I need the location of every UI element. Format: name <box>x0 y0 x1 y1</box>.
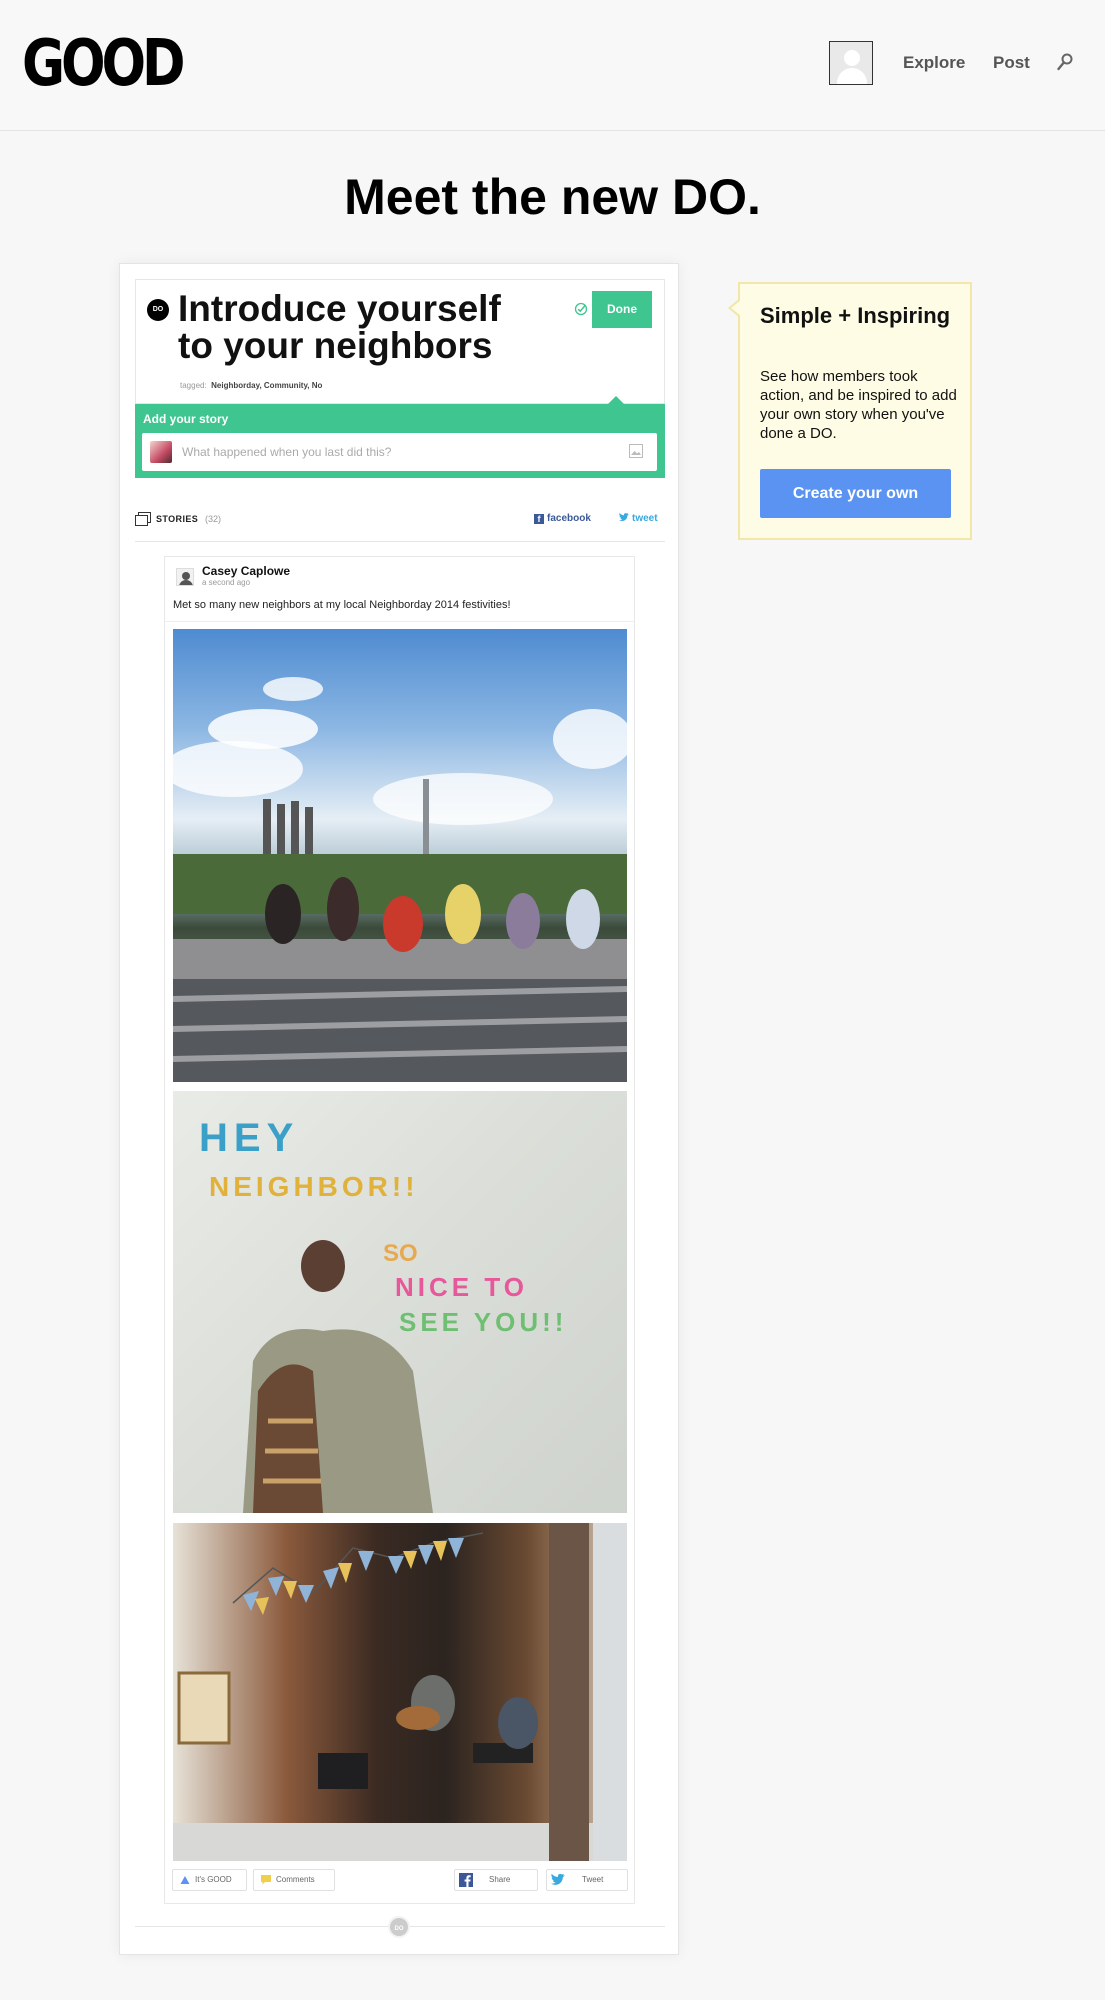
share-button[interactable]: Share <box>454 1869 538 1891</box>
footer-do-badge: DO <box>388 1916 410 1938</box>
page-headline: Meet the new DO. <box>344 169 761 225</box>
add-story-panel: Add your story What happened when you la… <box>135 404 665 478</box>
svg-text:SEE YOU!!: SEE YOU!! <box>399 1307 567 1337</box>
facebook-share-link[interactable]: f facebook <box>534 513 591 524</box>
svg-text:NEIGHBOR!!: NEIGHBOR!! <box>209 1171 419 1202</box>
do-badge: DO <box>147 299 169 321</box>
share-label: Share <box>489 1875 511 1884</box>
tags-label: tagged: <box>180 381 207 390</box>
post-timestamp: a second ago <box>202 578 251 587</box>
author-name[interactable]: Casey Caplowe <box>202 564 290 578</box>
comments-button[interactable]: Comments <box>253 1869 335 1891</box>
site-header: GOOD Explore Post <box>0 0 1105 131</box>
tooltip-body: See how members took action, and be insp… <box>760 368 957 442</box>
post-photo-hug[interactable]: HEY NEIGHBOR!! SO NICE TO SEE YOU!! <box>173 1091 627 1513</box>
story-input[interactable]: What happened when you last did this? <box>142 433 657 471</box>
info-tooltip: Simple + Inspiring See how members took … <box>728 282 972 540</box>
stories-count: (32) <box>205 514 222 524</box>
do-title: Introduce yourself to your neighbors <box>178 288 501 366</box>
do-header: DO Introduce yourself to your neighbors … <box>135 279 665 404</box>
stories-icon <box>135 512 151 526</box>
facebook-label: facebook <box>547 513 591 524</box>
post-photo-park[interactable] <box>173 629 627 1082</box>
svg-text:HEY: HEY <box>199 1116 299 1160</box>
image-icon[interactable] <box>629 444 643 458</box>
twitter-icon <box>619 513 629 521</box>
do-card: DO Introduce yourself to your neighbors … <box>119 263 679 1955</box>
its-good-button[interactable]: It's GOOD <box>172 1869 247 1891</box>
tooltip-title: Simple + Inspiring <box>760 303 951 328</box>
svg-text:SO: SO <box>383 1240 418 1267</box>
tweet-label: tweet <box>632 513 658 524</box>
tweet-share-link[interactable]: tweet <box>619 513 658 524</box>
good-logo[interactable]: GOOD <box>22 32 186 96</box>
post-photo-music[interactable] <box>173 1523 627 1861</box>
like-icon <box>180 1876 190 1884</box>
comments-label: Comments <box>276 1875 315 1884</box>
svg-text:NICE TO: NICE TO <box>395 1272 528 1302</box>
story-placeholder: What happened when you last did this? <box>182 445 392 459</box>
stories-label: STORIES <box>156 514 199 524</box>
its-good-label: It's GOOD <box>195 1875 232 1884</box>
search-icon[interactable] <box>1057 53 1073 71</box>
check-circle-icon <box>574 302 588 316</box>
post-divider <box>165 621 634 622</box>
tweet-button[interactable]: Tweet <box>546 1869 628 1891</box>
done-button[interactable]: Done <box>592 291 652 328</box>
author-avatar[interactable] <box>176 568 194 586</box>
user-thumbnail <box>150 441 172 463</box>
story-post: Casey Caplowe a second ago Met so many n… <box>164 556 635 1904</box>
comment-icon <box>261 1875 271 1885</box>
add-story-label: Add your story <box>143 412 229 426</box>
facebook-icon: f <box>534 514 544 524</box>
nav-explore-link[interactable]: Explore <box>903 53 965 73</box>
create-your-own-button[interactable]: Create your own <box>760 469 951 518</box>
stories-header: STORIES (32) f facebook tweet <box>135 512 665 542</box>
twitter-icon <box>551 1873 565 1885</box>
tweet-action-label: Tweet <box>582 1875 604 1884</box>
tags-line: tagged: Neighborday, Community, No <box>180 381 322 390</box>
facebook-icon <box>459 1873 473 1887</box>
nav-post-link[interactable]: Post <box>993 53 1030 73</box>
tags-list[interactable]: Neighborday, Community, No <box>211 381 322 390</box>
post-text: Met so many new neighbors at my local Ne… <box>173 599 511 611</box>
user-avatar[interactable] <box>829 41 873 85</box>
